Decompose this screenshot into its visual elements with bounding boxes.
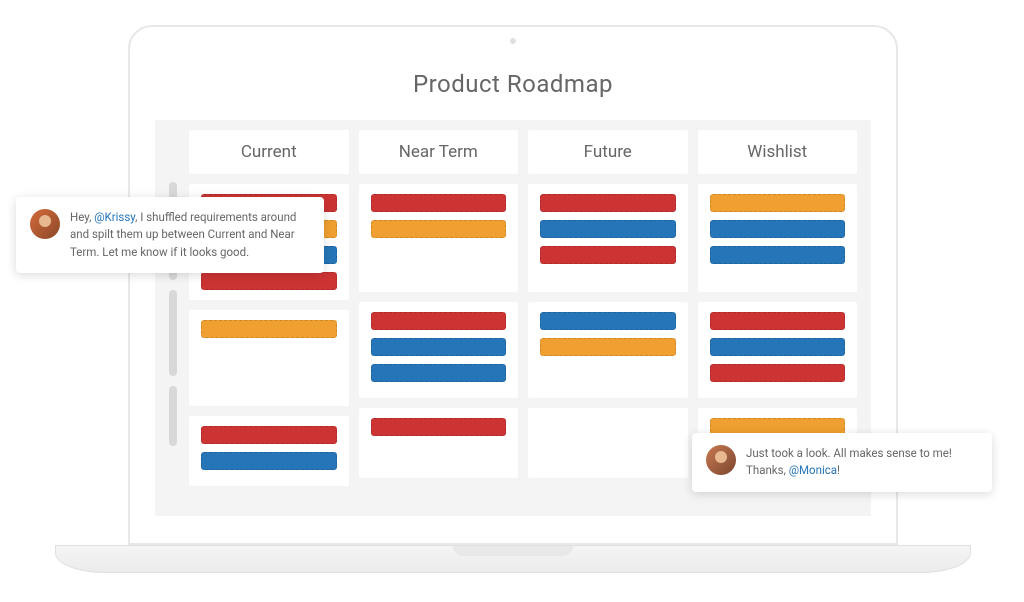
card[interactable]	[371, 312, 507, 330]
card[interactable]	[201, 452, 337, 470]
card[interactable]	[540, 220, 676, 238]
card[interactable]	[540, 194, 676, 212]
card[interactable]	[710, 220, 846, 238]
laptop-base	[55, 545, 971, 573]
comment-bubble[interactable]: Hey, @Krissy, I shuffled requirements ar…	[16, 197, 324, 273]
column: Near Term	[359, 130, 519, 516]
card[interactable]	[540, 338, 676, 356]
comment-text-post: !	[837, 463, 840, 477]
mention[interactable]: @Krissy	[94, 210, 135, 224]
card[interactable]	[710, 246, 846, 264]
comment-text-pre: Just took a look. All makes sense to me!…	[746, 446, 952, 477]
camera-icon	[510, 38, 516, 44]
mention[interactable]: @Monica	[789, 463, 837, 477]
board-cell[interactable]	[189, 416, 349, 486]
card[interactable]	[710, 312, 846, 330]
board-cell[interactable]	[698, 302, 858, 398]
card[interactable]	[201, 320, 337, 338]
avatar[interactable]	[30, 209, 60, 239]
avatar[interactable]	[706, 445, 736, 475]
comment-bubble[interactable]: Just took a look. All makes sense to me!…	[692, 433, 992, 492]
laptop-notch	[453, 546, 573, 556]
row-handle[interactable]	[169, 290, 177, 376]
column-header[interactable]: Future	[528, 130, 688, 174]
board-cell[interactable]	[359, 408, 519, 478]
card[interactable]	[371, 418, 507, 436]
board-cell[interactable]	[189, 310, 349, 406]
card[interactable]	[710, 364, 846, 382]
card[interactable]	[371, 220, 507, 238]
board-cell[interactable]	[528, 184, 688, 292]
card[interactable]	[710, 194, 846, 212]
comment-text: Just took a look. All makes sense to me!…	[746, 445, 978, 480]
card[interactable]	[710, 338, 846, 356]
card[interactable]	[201, 426, 337, 444]
card[interactable]	[201, 272, 337, 290]
board-cell[interactable]	[528, 302, 688, 398]
card[interactable]	[371, 364, 507, 382]
column-header[interactable]: Near Term	[359, 130, 519, 174]
card[interactable]	[371, 338, 507, 356]
card[interactable]	[371, 194, 507, 212]
comment-text-pre: Hey,	[70, 210, 94, 224]
card[interactable]	[540, 312, 676, 330]
column-header[interactable]: Wishlist	[698, 130, 858, 174]
comment-text: Hey, @Krissy, I shuffled requirements ar…	[70, 209, 310, 261]
column: Current	[189, 130, 349, 516]
board-cell[interactable]	[698, 184, 858, 292]
page-title: Product Roadmap	[155, 52, 871, 120]
column: Future	[528, 130, 688, 516]
column-header[interactable]: Current	[189, 130, 349, 174]
board-cell[interactable]	[359, 184, 519, 292]
board-cell[interactable]	[528, 408, 688, 478]
row-handles	[169, 130, 179, 516]
row-handle[interactable]	[169, 386, 177, 446]
card[interactable]	[540, 246, 676, 264]
board-cell[interactable]	[359, 302, 519, 398]
